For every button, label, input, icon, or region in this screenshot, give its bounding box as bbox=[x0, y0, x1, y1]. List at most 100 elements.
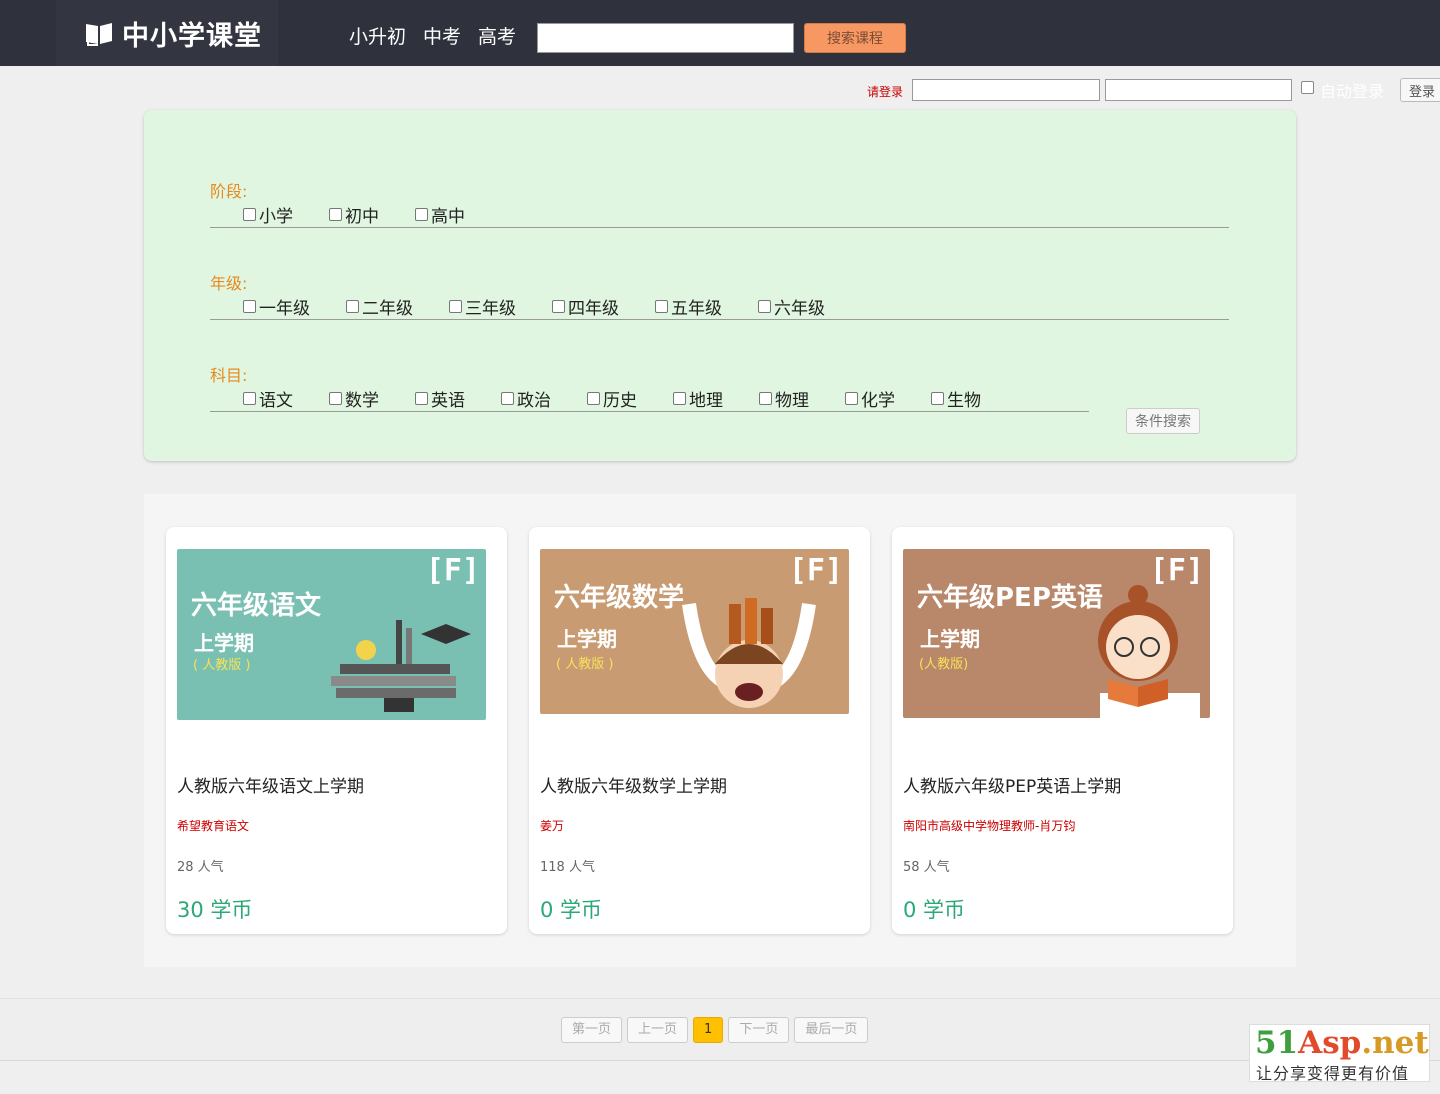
auto-login-label: 自动登录 bbox=[1320, 82, 1385, 101]
site-logo[interactable]: 中小学课堂 bbox=[56, 0, 278, 66]
last-page-button[interactable]: 最后一页 bbox=[794, 1017, 869, 1043]
checkbox[interactable] bbox=[346, 300, 359, 313]
login-hint: 请登录 bbox=[867, 85, 904, 99]
course-teacher: 姜万 bbox=[540, 819, 565, 833]
course-thumbnail[interactable]: [F] 六年级PEP英语 上学期 (人教版) bbox=[903, 549, 1210, 718]
checkbox[interactable] bbox=[655, 300, 668, 313]
filter-option[interactable]: 三年级 bbox=[449, 294, 552, 319]
checkbox[interactable] bbox=[587, 392, 600, 405]
thumb-edition: (人教版) bbox=[919, 657, 969, 672]
filter-option[interactable]: 数学 bbox=[329, 386, 415, 411]
main-nav: 小升初 中考 高考 bbox=[349, 22, 516, 49]
course-card[interactable]: [F] 六年级PEP英语 上学期 (人教版) 人教版六年级PEP英语上学期 南阳… bbox=[892, 527, 1233, 934]
filter-option[interactable]: 英语 bbox=[415, 386, 501, 411]
thumb-subtitle: 上学期 bbox=[557, 627, 617, 651]
filter-option[interactable]: 地理 bbox=[673, 386, 759, 411]
course-popularity: 58 人气 bbox=[903, 860, 950, 875]
course-teacher: 南阳市高级中学物理教师-肖万钧 bbox=[903, 819, 1076, 833]
thumb-edition: ( 人教版 ) bbox=[193, 658, 251, 673]
course-thumbnail[interactable]: [F] 六年级数学 上学期 ( 人教版 ) bbox=[540, 549, 849, 714]
checkbox[interactable] bbox=[243, 300, 256, 313]
filter-group-subject: 科目: 语文 数学 英语 政治 历史 地理 物理 化学 生物 bbox=[210, 362, 1089, 412]
thumb-subtitle: 上学期 bbox=[194, 631, 254, 655]
checkbox[interactable] bbox=[243, 208, 256, 221]
checkbox[interactable] bbox=[673, 392, 686, 405]
thumb-title: 六年级PEP英语 bbox=[917, 583, 1103, 613]
filter-option[interactable]: 初中 bbox=[329, 202, 415, 227]
filter-group-grade: 年级: 一年级 二年级 三年级 四年级 五年级 六年级 bbox=[210, 270, 1229, 320]
filter-option[interactable]: 一年级 bbox=[243, 294, 346, 319]
filter-title-stage: 阶段: bbox=[210, 182, 248, 201]
brand-f-icon: [F] bbox=[788, 553, 843, 588]
thumb-title: 六年级语文 bbox=[191, 591, 322, 621]
login-button[interactable]: 登录 bbox=[1400, 78, 1440, 102]
pagination: 第一页 上一页 1 下一页 最后一页 bbox=[561, 1017, 869, 1043]
filter-option[interactable]: 五年级 bbox=[655, 294, 758, 319]
logo-text: 中小学课堂 bbox=[122, 20, 262, 52]
filter-title-grade: 年级: bbox=[210, 274, 248, 293]
auto-login-checkbox[interactable] bbox=[1301, 81, 1314, 94]
course-teacher: 希望教育语文 bbox=[177, 819, 250, 833]
course-list: [F] 六年级语文 上学期 ( 人教版 ) 人教版六年级语文上学期 希望教育语文… bbox=[144, 494, 1296, 967]
course-thumbnail[interactable]: [F] 六年级语文 上学期 ( 人教版 ) bbox=[177, 549, 486, 720]
checkbox[interactable] bbox=[243, 392, 256, 405]
checkbox[interactable] bbox=[552, 300, 565, 313]
top-bar: 中小学课堂 小升初 中考 高考 搜索课程 bbox=[0, 0, 1440, 66]
checkbox[interactable] bbox=[501, 392, 514, 405]
first-page-button[interactable]: 第一页 bbox=[561, 1017, 623, 1043]
course-price: 30 学币 bbox=[177, 898, 253, 922]
girl-reading-illustration-icon bbox=[1098, 585, 1200, 718]
nav-link-gaokao[interactable]: 高考 bbox=[478, 22, 516, 49]
filter-option[interactable]: 化学 bbox=[845, 386, 931, 411]
course-price: 0 学币 bbox=[903, 898, 966, 922]
filter-option[interactable]: 物理 bbox=[759, 386, 845, 411]
search-course-button[interactable]: 搜索课程 bbox=[804, 23, 906, 53]
checkbox[interactable] bbox=[449, 300, 462, 313]
prev-page-button[interactable]: 上一页 bbox=[627, 1017, 689, 1043]
checkbox[interactable] bbox=[931, 392, 944, 405]
login-row: 请登录 自动登录 登录 bbox=[0, 78, 1440, 102]
course-popularity: 28 人气 bbox=[177, 860, 224, 875]
pagination-bar: 第一页 上一页 1 下一页 最后一页 bbox=[0, 998, 1440, 1061]
checkbox[interactable] bbox=[415, 208, 428, 221]
filter-option[interactable]: 高中 bbox=[415, 202, 501, 227]
course-popularity: 118 人气 bbox=[540, 860, 595, 875]
filter-title-subject: 科目: bbox=[210, 366, 248, 385]
username-input[interactable] bbox=[912, 79, 1100, 101]
course-title[interactable]: 人教版六年级数学上学期 bbox=[540, 772, 727, 797]
checkbox[interactable] bbox=[758, 300, 771, 313]
condition-search-button[interactable]: 条件搜索 bbox=[1126, 408, 1200, 434]
course-card[interactable]: [F] 六年级数学 上学期 ( 人教版 ) 人教版六年级数学上学期 姜万 118… bbox=[529, 527, 870, 934]
filter-option[interactable]: 政治 bbox=[501, 386, 587, 411]
checkbox[interactable] bbox=[329, 208, 342, 221]
checkbox[interactable] bbox=[845, 392, 858, 405]
course-card[interactable]: [F] 六年级语文 上学期 ( 人教版 ) 人教版六年级语文上学期 希望教育语文… bbox=[166, 527, 507, 934]
thumb-title: 六年级数学 bbox=[554, 583, 685, 613]
thumb-edition: ( 人教版 ) bbox=[556, 657, 614, 672]
filter-option[interactable]: 四年级 bbox=[552, 294, 655, 319]
filter-option[interactable]: 二年级 bbox=[346, 294, 449, 319]
filter-option[interactable]: 小学 bbox=[243, 202, 329, 227]
filter-panel: 阶段: 小学 初中 高中 年级: 一年级 二年级 三年级 四年级 五年级 六年级… bbox=[144, 110, 1296, 461]
current-page-button[interactable]: 1 bbox=[693, 1017, 724, 1043]
filter-option[interactable]: 生物 bbox=[931, 386, 991, 411]
course-title[interactable]: 人教版六年级语文上学期 bbox=[177, 772, 364, 797]
password-input[interactable] bbox=[1105, 79, 1292, 101]
filter-option[interactable]: 历史 bbox=[587, 386, 673, 411]
open-book-icon bbox=[84, 20, 114, 46]
watermark-logo: 51Asp.net 让分享变得更有价值 bbox=[1249, 1024, 1430, 1083]
checkbox[interactable] bbox=[329, 392, 342, 405]
thumb-subtitle: 上学期 bbox=[920, 627, 980, 651]
course-price: 0 学币 bbox=[540, 898, 603, 922]
filter-option[interactable]: 语文 bbox=[243, 386, 329, 411]
checkbox[interactable] bbox=[759, 392, 772, 405]
course-title[interactable]: 人教版六年级PEP英语上学期 bbox=[903, 772, 1121, 797]
nav-link-xiaoshengchu[interactable]: 小升初 bbox=[349, 22, 406, 49]
watermark-brand: 51Asp.net bbox=[1255, 1025, 1429, 1061]
next-page-button[interactable]: 下一页 bbox=[728, 1017, 790, 1043]
checkbox[interactable] bbox=[415, 392, 428, 405]
course-search-input[interactable] bbox=[537, 23, 794, 53]
nav-link-zhongkao[interactable]: 中考 bbox=[423, 22, 461, 49]
filter-option[interactable]: 六年级 bbox=[758, 294, 861, 319]
books-illustration-icon bbox=[331, 620, 471, 712]
